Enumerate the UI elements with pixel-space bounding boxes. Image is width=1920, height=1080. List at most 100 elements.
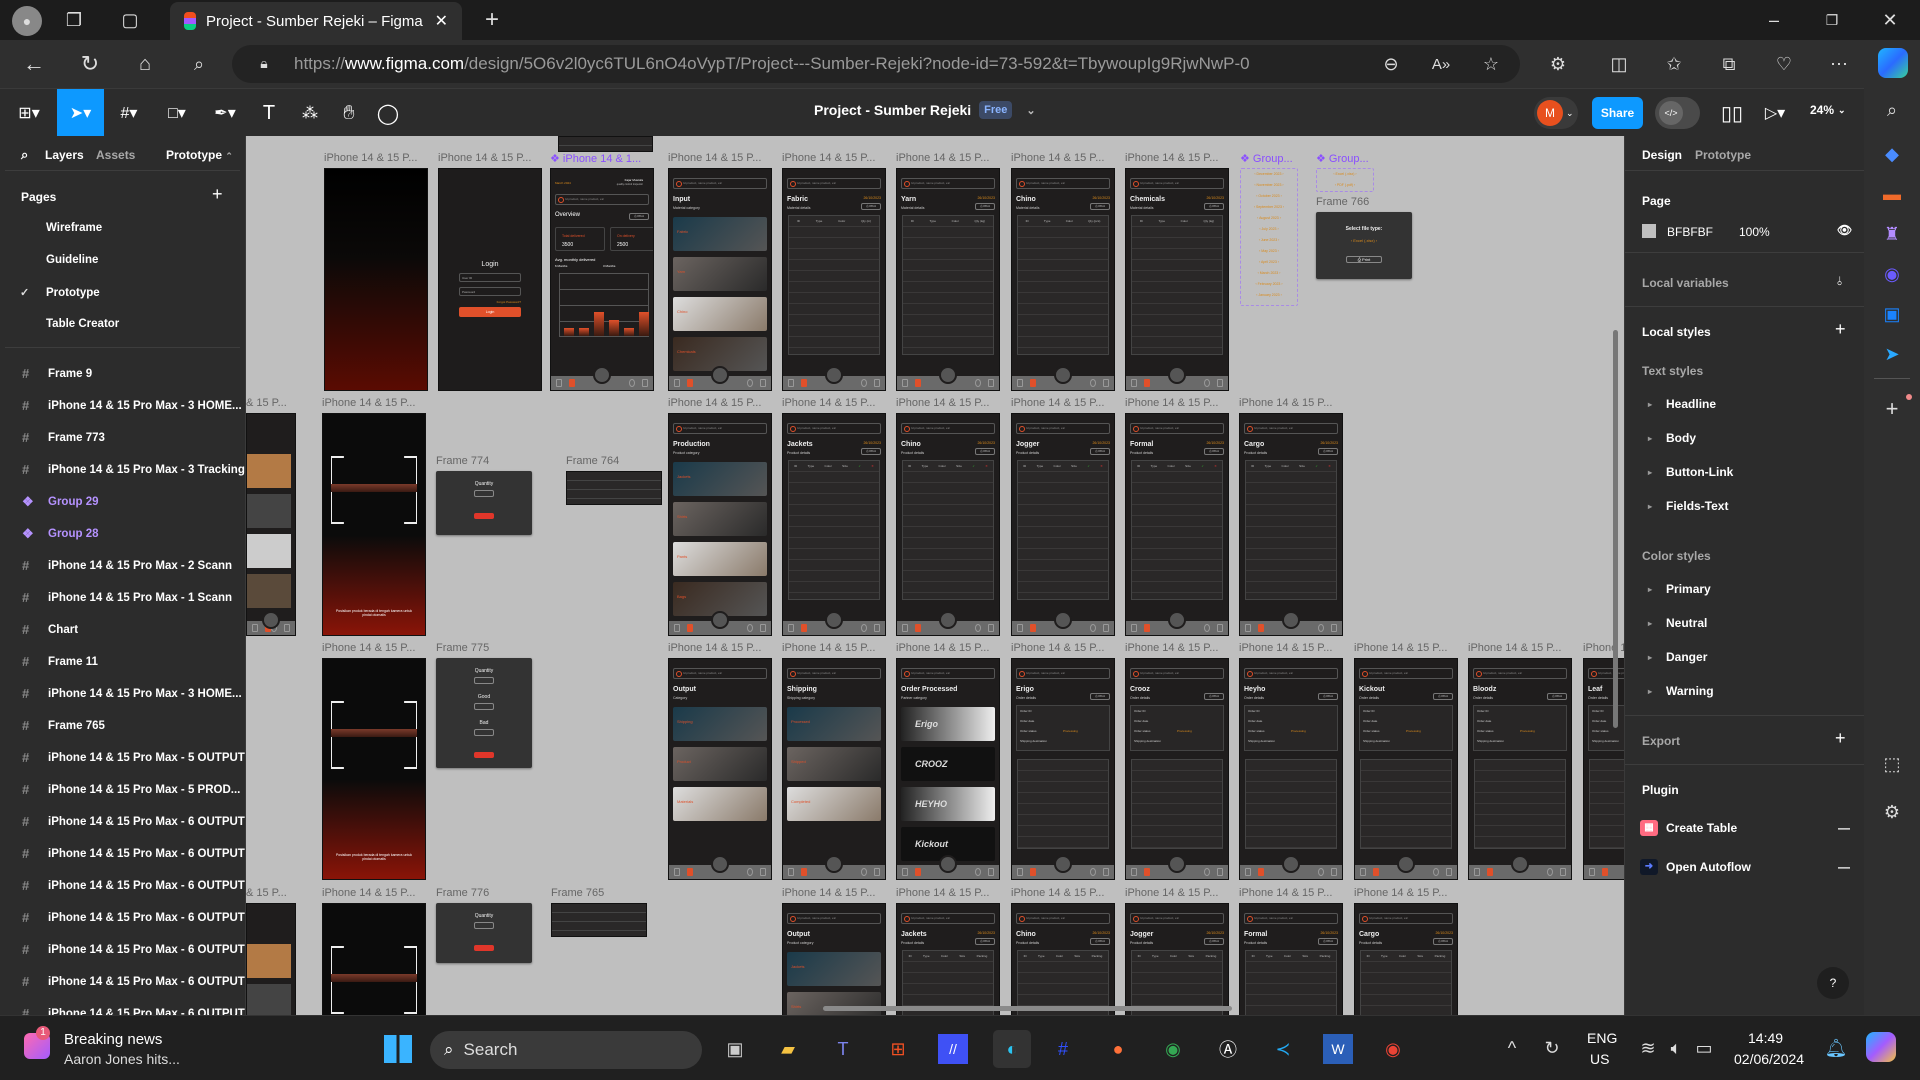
tab-actions-icon[interactable]: ▢ (118, 8, 142, 32)
nav-home-icon[interactable] (1589, 868, 1595, 876)
present-icon[interactable]: ▷▾ (1758, 96, 1792, 130)
phone-frame[interactable]: Id product, name product, etc Fabric Mater… (782, 168, 886, 391)
frame-label[interactable]: Frame 765 (551, 887, 604, 899)
text-style-item[interactable]: ▸ Headline (1648, 397, 1716, 411)
group-option[interactable]: ‹ November 2023 › (1241, 180, 1297, 191)
print-button[interactable]: ⎙ Print (1318, 693, 1338, 700)
print-button[interactable]: ⎙ Print (1433, 938, 1453, 945)
copilot-icon[interactable] (1878, 48, 1908, 78)
news-subtitle[interactable]: Aaron Jones hits... (64, 1051, 180, 1067)
nav-document-icon[interactable] (915, 379, 921, 387)
expand-caret-icon[interactable]: ▸ (1648, 502, 1652, 511)
nav-home-icon[interactable] (1131, 624, 1137, 632)
phone-frame[interactable]: Id product, name product, etc Heyho Order … (1239, 658, 1343, 880)
frame-search-field[interactable]: Id product, name product, etc (1244, 668, 1338, 679)
category-card[interactable]: Product (673, 747, 767, 781)
nav-send-icon[interactable] (760, 868, 766, 876)
zoom-out-icon[interactable]: ⊖ (1380, 53, 1402, 75)
nav-home-icon[interactable] (1131, 868, 1137, 876)
chrome-profile-icon[interactable]: ◉ (1158, 1034, 1188, 1064)
frame-search-field[interactable]: Id product, name product, etc (901, 668, 995, 679)
print-button[interactable]: ⎙ Print (629, 213, 649, 220)
nav-send-icon[interactable] (988, 379, 994, 387)
favorite-star-icon[interactable]: ☆ (1480, 53, 1502, 75)
frame-search-field[interactable]: Id product, name product, etc (1130, 913, 1224, 924)
restore-icon[interactable]: ❐ (1818, 6, 1846, 34)
nav-scan-button[interactable] (1168, 611, 1186, 629)
pen-tool-icon[interactable]: ✒▾ (208, 96, 242, 130)
print-button[interactable]: ⎙ Print (1318, 938, 1338, 945)
close-tab-icon[interactable]: ✕ (435, 11, 448, 31)
nav-document-icon[interactable] (569, 379, 575, 387)
outlook-icon[interactable]: ▣ (1878, 300, 1906, 328)
nav-home-icon[interactable] (1131, 379, 1137, 387)
frame-label[interactable]: iPhone 14 & 15 P... (1468, 642, 1561, 654)
frame-label[interactable]: iPhone 14 & 15 P... (322, 397, 415, 409)
nav-document-icon[interactable] (915, 868, 921, 876)
nav-scan-button[interactable] (711, 366, 729, 384)
chart-tab[interactable]: 3 Months (603, 264, 615, 268)
remove-icon[interactable]: — (1838, 860, 1850, 874)
frame-label[interactable]: iPhone 14 & 15 P... (322, 642, 415, 654)
nav-home-icon[interactable] (788, 868, 794, 876)
plugin-open-autoflow[interactable]: ➜ Open Autoflow — (1640, 859, 1850, 875)
layer-item[interactable]: # Frame 9 (22, 366, 92, 381)
avatar[interactable]: M (1537, 100, 1563, 126)
text-style-item[interactable]: ▸ Body (1648, 431, 1696, 445)
quantity-input[interactable] (474, 490, 494, 497)
print-button[interactable]: ⎙ Print (1090, 203, 1110, 210)
nav-send-icon[interactable] (284, 624, 290, 632)
nav-home-icon[interactable] (1245, 624, 1251, 632)
resources-icon[interactable]: ⁂ (293, 96, 327, 130)
notification-bell-icon[interactable]: 🔔︎ (1824, 1036, 1848, 1060)
group-option[interactable]: ‹ PDF (.pdf) › (1317, 180, 1373, 191)
frame-search-field[interactable]: Id product, name product, etc (1244, 423, 1338, 434)
category-card[interactable]: Chino (673, 297, 767, 331)
print-button[interactable]: ⎙ Print (861, 448, 881, 455)
frame-search-field[interactable]: Id product, name product, etc (1016, 668, 1110, 679)
phone-frame[interactable]: Id product, name product, etc Formal Produ… (1239, 903, 1343, 1015)
print-button[interactable]: ⎙ Print (1346, 256, 1382, 263)
nav-document-icon[interactable] (1030, 868, 1036, 876)
nav-document-icon[interactable] (687, 379, 693, 387)
category-card[interactable]: Pants (673, 542, 767, 576)
telegram-icon[interactable]: ➤ (1878, 340, 1906, 368)
close-window-icon[interactable]: ✕ (1876, 6, 1904, 34)
login-button[interactable]: Login (459, 307, 521, 317)
group-option[interactable]: ‹ Excel (.xlsx) › (1317, 169, 1373, 180)
nav-scan-button[interactable] (1168, 855, 1186, 873)
frame-search-field[interactable]: Id product, name product, etc (1244, 913, 1338, 924)
phone-frame[interactable]: Id product, name product, etc Erigo Order … (1011, 658, 1115, 880)
nav-settings-icon[interactable] (861, 379, 867, 387)
phone-frame[interactable]: Id product, name product, etc Shipping Shi… (782, 658, 886, 880)
search-layers-icon[interactable]: ⌕ (21, 147, 28, 163)
nav-send-icon[interactable] (760, 624, 766, 632)
nav-scan-button[interactable] (939, 611, 957, 629)
print-button[interactable]: ⎙ Print (1204, 693, 1224, 700)
nav-send-icon[interactable] (1217, 624, 1223, 632)
layer-item[interactable]: # iPhone 14 & 15 Pro Max - 6 OUTPUT (22, 974, 245, 989)
expand-caret-icon[interactable]: ▸ (1648, 687, 1652, 696)
file-title[interactable]: Project - Sumber Rejeki (814, 102, 971, 118)
vscode-icon[interactable]: ≺ (1268, 1034, 1298, 1064)
add-sidebar-app-icon[interactable]: + (1878, 395, 1906, 423)
login-field-0[interactable]: User ID (459, 273, 521, 282)
group-option[interactable]: ‹ January 2023 › (1241, 290, 1297, 301)
nav-settings-icon[interactable] (747, 379, 753, 387)
frame-label[interactable]: iPhone 14 & 15 P... (1239, 642, 1332, 654)
print-button[interactable]: ⎙ Print (975, 938, 995, 945)
print-button[interactable]: ⎙ Print (1090, 448, 1110, 455)
print-button[interactable]: ⎙ Print (1318, 448, 1338, 455)
frame-search-field[interactable]: Id product, name product, etc (787, 668, 881, 679)
color-style-item[interactable]: ▸ Neutral (1648, 616, 1707, 630)
nav-settings-icon[interactable] (629, 379, 635, 387)
frame-search-field[interactable]: Id product, name product, etc (673, 423, 767, 434)
frame-search-field[interactable]: Id product, name product, etc (1130, 423, 1224, 434)
expand-caret-icon[interactable]: ▸ (1648, 434, 1652, 443)
frame-label[interactable]: iPhone 14 & 15 P... (782, 397, 875, 409)
nav-settings-icon[interactable] (1090, 868, 1096, 876)
frame-label[interactable]: iPhone 14 & 15 P... (896, 887, 989, 899)
nav-send-icon[interactable] (1331, 868, 1337, 876)
save-button[interactable] (474, 752, 494, 758)
frame-label[interactable]: iPhone 14 & 15 P... (668, 642, 761, 654)
